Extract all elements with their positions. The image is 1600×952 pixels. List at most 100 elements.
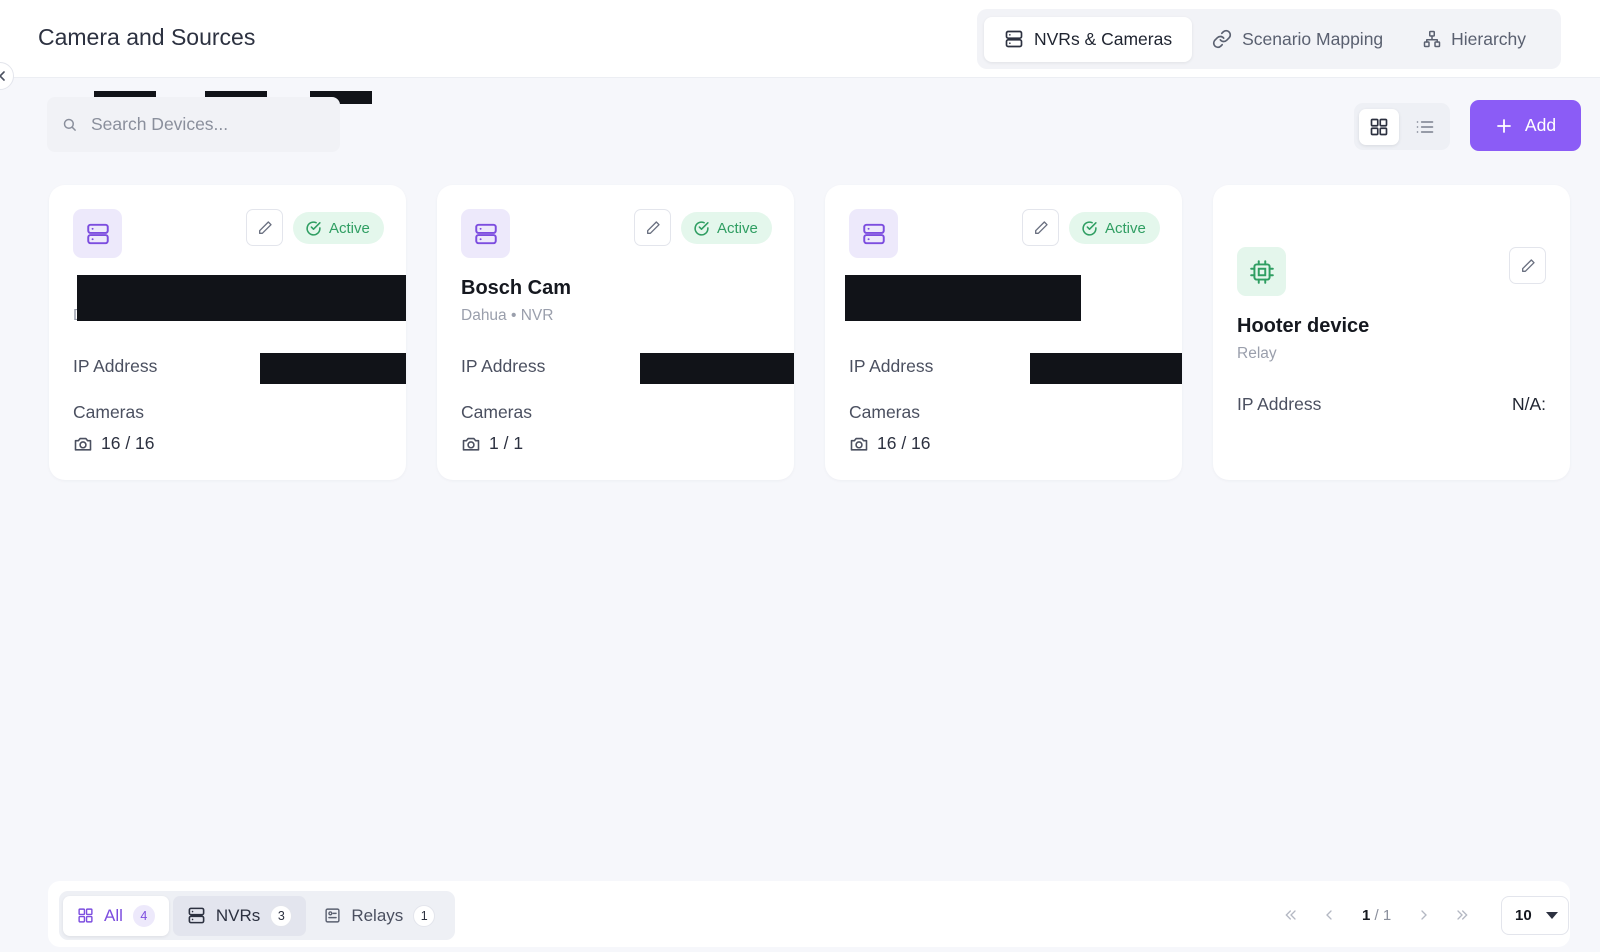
- camera-count-value: 1 / 1: [489, 433, 524, 453]
- status-text: Active: [1105, 219, 1146, 237]
- view-tabs: NVRs & Cameras Scenario Mapping Hierarch…: [977, 9, 1561, 69]
- count-badge: 4: [132, 904, 155, 927]
- redacted-ip-value: [640, 353, 794, 384]
- tab-nvrs-cameras[interactable]: NVRs & Cameras: [984, 16, 1193, 62]
- count-badge: 1: [413, 904, 436, 927]
- camera-icon: [850, 437, 868, 451]
- tab-label: NVRs & Cameras: [1034, 28, 1173, 49]
- chevron-left-icon: [1326, 910, 1332, 920]
- edit-button[interactable]: [1509, 247, 1546, 284]
- grid-view-button[interactable]: [1359, 108, 1399, 145]
- server-icon: [86, 223, 109, 244]
- link-icon: [1212, 29, 1232, 49]
- list-view-button[interactable]: [1405, 109, 1445, 145]
- redacted-device-name: [77, 275, 406, 321]
- tab-label: Hierarchy: [1451, 28, 1527, 49]
- device-subtitle: Dahua • NVR: [461, 307, 554, 324]
- server-icon: [862, 223, 885, 244]
- chevron-right-icon: [1421, 910, 1428, 920]
- filter-relays[interactable]: Relays 1: [310, 896, 449, 936]
- device-type-filter: All 4 NVRs 3 Relays 1: [59, 891, 455, 940]
- status-text: Active: [717, 219, 758, 237]
- camera-icon: [462, 437, 480, 451]
- chevrons-left-icon: [1285, 910, 1296, 920]
- edit-button[interactable]: [246, 209, 283, 246]
- redacted-device-name: [845, 275, 1081, 321]
- status-badge: Active: [681, 212, 772, 244]
- camera-count-value: 16 / 16: [101, 433, 155, 453]
- camera-count: 16 / 16: [73, 433, 155, 454]
- add-device-button[interactable]: Add: [1470, 100, 1581, 151]
- pencil-icon: [646, 220, 660, 234]
- filter-label: NVRs: [215, 905, 261, 925]
- nvr-icon-tile: [73, 209, 122, 258]
- count-badge: 3: [270, 904, 293, 927]
- device-name: Bosch Cam: [461, 277, 572, 299]
- edit-button[interactable]: [634, 209, 671, 246]
- grid-icon: [78, 908, 93, 923]
- device-name: Hooter device: [1237, 315, 1370, 337]
- grid-icon: [1370, 118, 1388, 135]
- first-page-button[interactable]: [1272, 896, 1310, 934]
- next-page-button[interactable]: [1405, 896, 1443, 934]
- status-badge: Active: [293, 212, 384, 244]
- check-circle-icon: [694, 220, 709, 236]
- page-title: Camera and Sources: [38, 24, 256, 50]
- device-card[interactable]: Active Dahua • NVR IP Address Cameras 16…: [49, 185, 406, 480]
- search-box: [47, 97, 340, 152]
- device-subtitle: Relay: [1237, 345, 1277, 362]
- chevron-left-icon: [0, 71, 5, 81]
- plus-icon: [1497, 118, 1511, 133]
- total-pages: 1: [1382, 906, 1392, 924]
- chip-icon: [1249, 259, 1274, 284]
- hierarchy-icon: [1423, 30, 1441, 48]
- add-label: Add: [1524, 115, 1557, 135]
- pencil-icon: [258, 220, 272, 234]
- check-circle-icon: [306, 220, 321, 236]
- device-card[interactable]: Hooter device Relay IP Address N/A:: [1213, 185, 1570, 480]
- tab-scenario-mapping[interactable]: Scenario Mapping: [1192, 17, 1403, 62]
- ip-address-label: IP Address: [1237, 394, 1322, 414]
- page-size-value: 10: [1515, 907, 1532, 924]
- cameras-label: Cameras: [73, 402, 144, 422]
- pencil-icon: [1521, 258, 1535, 272]
- footer-bar: All 4 NVRs 3 Relays 1 1 / 1 10: [48, 881, 1570, 947]
- camera-count-value: 16 / 16: [877, 433, 931, 453]
- filter-nvrs[interactable]: NVRs 3: [172, 895, 307, 936]
- filter-all[interactable]: All 4: [63, 895, 169, 936]
- filter-label: All: [104, 905, 123, 925]
- redacted-ip-value: [260, 353, 406, 384]
- last-page-button[interactable]: [1443, 896, 1481, 934]
- cameras-label: Cameras: [461, 402, 532, 422]
- pagination: 1 / 1: [1272, 895, 1481, 935]
- top-header: Camera and Sources NVRs & Cameras Scenar…: [0, 0, 1600, 78]
- device-card[interactable]: Active Dahua • NVR IP Address Cameras 16…: [825, 185, 1182, 480]
- search-icon: [63, 118, 76, 131]
- device-card[interactable]: Active Bosch Cam Dahua • NVR IP Address …: [437, 185, 794, 480]
- status-text: Active: [329, 219, 370, 237]
- tab-hierarchy[interactable]: Hierarchy: [1403, 17, 1546, 62]
- caret-down-icon: [1546, 911, 1558, 919]
- nvr-icon-tile: [461, 209, 510, 258]
- status-badge: Active: [1069, 212, 1160, 244]
- view-mode-toggle: [1354, 103, 1450, 150]
- camera-icon: [74, 437, 92, 451]
- search-input[interactable]: [91, 114, 311, 135]
- server-icon: [1005, 30, 1023, 48]
- camera-count: 1 / 1: [461, 433, 523, 454]
- edit-button[interactable]: [1022, 209, 1059, 246]
- prev-page-button[interactable]: [1310, 896, 1348, 934]
- server-icon: [188, 907, 205, 924]
- camera-count: 16 / 16: [849, 433, 931, 454]
- ip-address-label: IP Address: [461, 356, 546, 376]
- ip-address-value: N/A:: [1511, 394, 1546, 414]
- relay-icon: [325, 908, 340, 923]
- chevrons-right-icon: [1457, 910, 1468, 920]
- redacted-ip-value: [1030, 353, 1182, 384]
- page-size-select[interactable]: 10: [1501, 896, 1569, 935]
- check-circle-icon: [1082, 220, 1097, 236]
- nvr-icon-tile: [849, 209, 898, 258]
- pencil-icon: [1034, 220, 1048, 234]
- tab-label: Scenario Mapping: [1242, 28, 1384, 49]
- server-icon: [474, 223, 497, 244]
